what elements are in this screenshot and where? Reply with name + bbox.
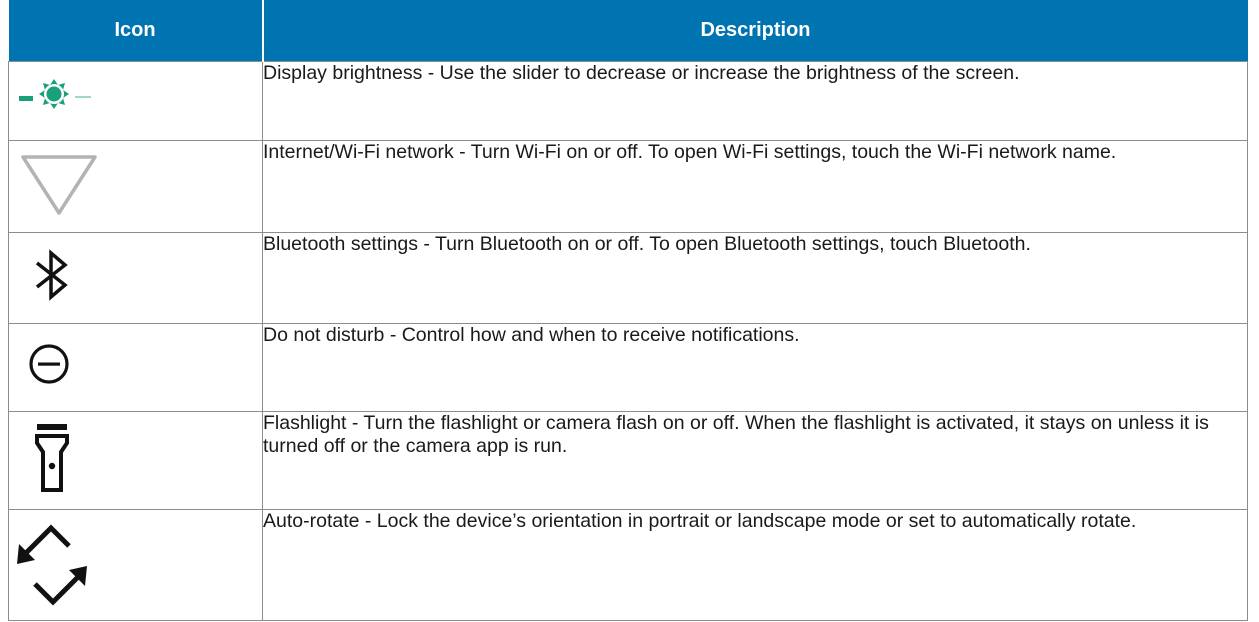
table-row: Flashlight - Turn the flashlight or came… — [8, 411, 1248, 511]
wifi-icon — [21, 155, 97, 215]
table-row: Display brightness - Use the slider to d… — [8, 60, 1248, 142]
icon-cell — [8, 60, 263, 142]
flashlight-icon — [35, 424, 69, 493]
description-cell: Do not disturb - Control how and when to… — [262, 322, 1248, 413]
do-not-disturb-icon — [29, 344, 69, 384]
icon-column-header: Icon — [8, 0, 264, 62]
description-column-header: Description — [262, 0, 1248, 62]
table-row: Do not disturb - Control how and when to… — [8, 322, 1248, 413]
quick-settings-icon-table: Icon Description Display brightness - Us… — [8, 0, 1248, 621]
table-row: Internet/Wi-Fi network - Turn Wi-Fi on o… — [8, 140, 1248, 234]
brightness-icon — [19, 79, 91, 109]
icon-cell — [8, 232, 263, 324]
icon-cell — [8, 509, 263, 621]
table-row: Auto-rotate - Lock the device’s orientat… — [8, 509, 1248, 621]
icon-cell — [8, 140, 263, 234]
description-cell: Flashlight - Turn the flashlight or came… — [262, 411, 1248, 511]
description-cell: Auto-rotate - Lock the device’s orientat… — [262, 509, 1248, 621]
table-header-row: Icon Description — [8, 0, 1248, 62]
auto-rotate-icon — [17, 524, 87, 606]
table-row: Bluetooth settings - Turn Bluetooth on o… — [8, 232, 1248, 324]
description-cell: Internet/Wi-Fi network - Turn Wi-Fi on o… — [262, 140, 1248, 234]
bluetooth-icon — [35, 249, 68, 301]
description-cell: Display brightness - Use the slider to d… — [262, 60, 1248, 142]
icon-cell — [8, 411, 263, 511]
icon-cell — [8, 322, 263, 413]
description-cell: Bluetooth settings - Turn Bluetooth on o… — [262, 232, 1248, 324]
